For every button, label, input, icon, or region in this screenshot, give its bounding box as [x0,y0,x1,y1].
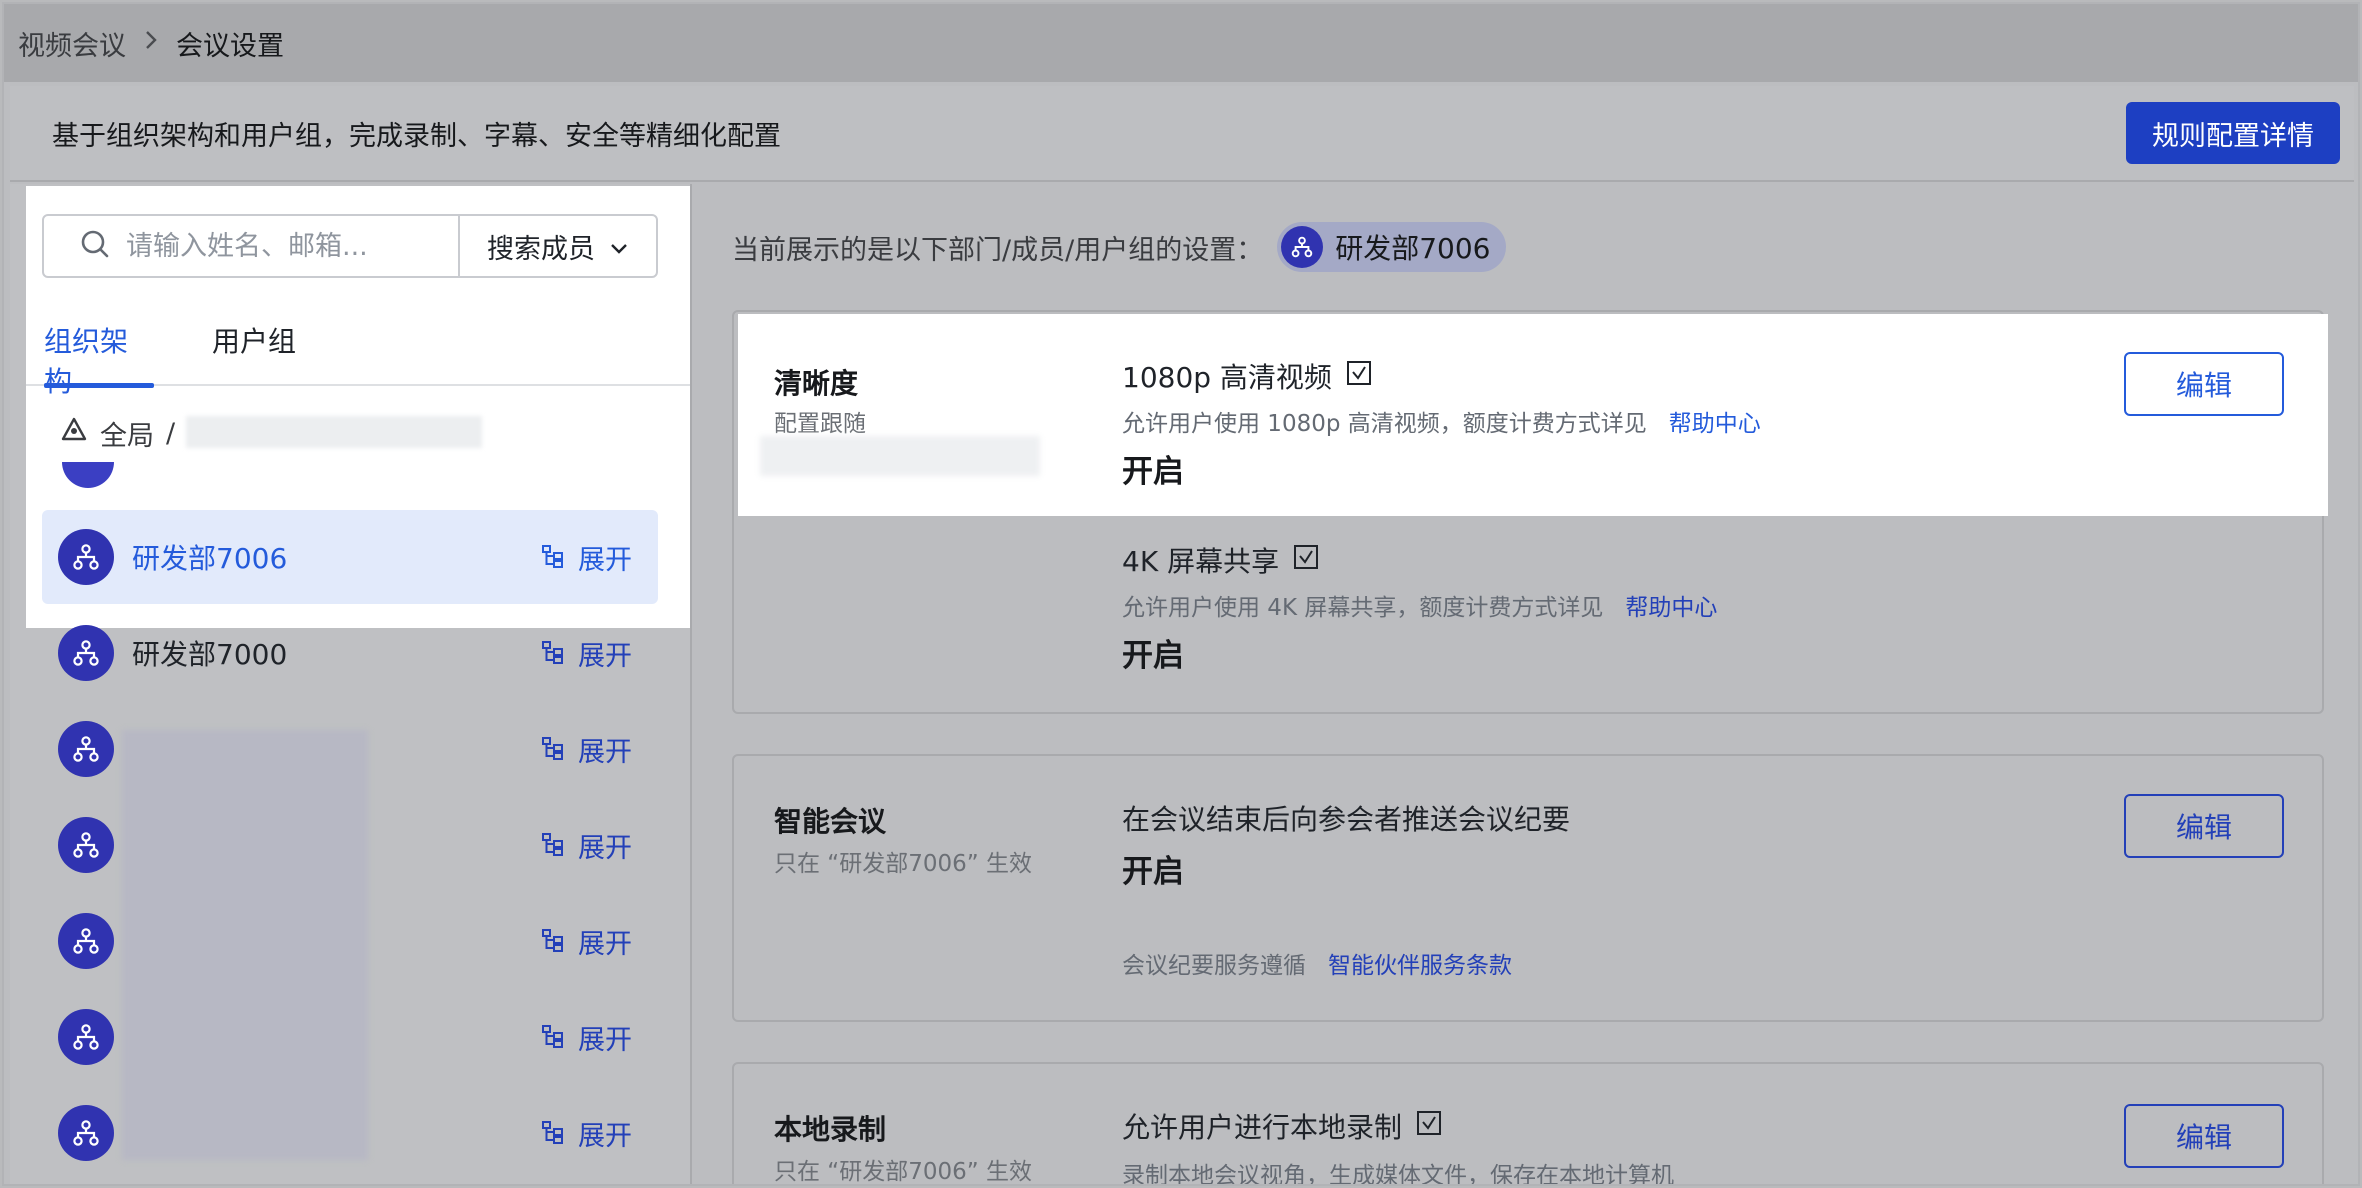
department-avatar [58,721,114,777]
checkbox-icon [1416,1110,1442,1143]
department-avatar [58,1105,114,1161]
card-subtitle: 只在 “研发部7006” 生效 [774,1159,1032,1185]
feature-title: 1080p 高清视频 [1122,356,1372,396]
checkbox-icon [1293,544,1319,577]
feature-title-text: 允许用户进行本地录制 [1122,1111,1403,1144]
department-avatar [58,625,114,681]
search-mode-label: 搜索成员 [487,233,595,265]
feature-status: 开启 [1122,854,1184,890]
feature-title-text: 1080p 高清视频 [1122,361,1332,394]
tree-icon [542,1121,563,1144]
redacted-subtitle [760,436,1040,476]
service-terms-note: 会议纪要服务遵循 智能伙伴服务条款 [1122,946,1512,980]
checkbox-icon [1346,360,1372,393]
tab-org-structure[interactable]: 组织架构 [44,320,154,398]
search-icon [80,229,110,263]
scope-global-label[interactable]: 全局 [100,414,154,453]
feature-status: 开启 [1122,638,1184,674]
expand-button[interactable]: 展开 [540,922,632,961]
feature-description: 允许用户使用 4K 屏幕共享，额度计费方式详见 帮助中心 [1122,588,1717,622]
expand-button[interactable]: 展开 [540,1018,632,1057]
footnote-text: 会议纪要服务遵循 [1122,953,1306,979]
help-center-link[interactable]: 帮助中心 [1625,588,1717,622]
tree-icon [542,1025,563,1048]
card-title: 智能会议 [774,805,887,838]
member-search: 搜索成员 [42,214,658,278]
banner-description: 基于组织架构和用户组，完成录制、字幕、安全等精细化配置 [52,120,781,152]
card-title: 清晰度 [774,367,859,400]
expand-button[interactable]: 展开 [540,634,632,673]
app-frame: 视频会议 会议设置 基于组织架构和用户组，完成录制、字幕、安全等精细化配置 规则… [2,2,2360,1186]
card-title: 本地录制 [774,1113,887,1146]
scope-separator: / [166,418,176,449]
breadcrumb: 视频会议 会议设置 [4,4,2358,82]
feature-desc-text: 允许用户使用 1080p 高清视频，额度计费方式详见 [1122,411,1647,437]
card-resolution: 清晰度 配置跟随 1080p 高清视频 允许用户使用 1080p 高清视频，额度… [732,310,2328,714]
department-avatar [58,529,114,585]
expand-label: 展开 [578,640,632,672]
expand-button[interactable]: 展开 [540,826,632,865]
expand-button[interactable]: 展开 [540,730,632,769]
scope-breadcrumb: 全局 / [60,414,175,453]
service-terms-link[interactable]: 智能伙伴服务条款 [1328,946,1512,980]
tree-icon [542,833,563,856]
breadcrumb-current: 会议设置 [176,30,284,62]
card-smart-meeting: 智能会议 只在 “研发部7006” 生效 在会议结束后向参会者推送会议纪要 开启… [732,754,2324,1022]
expand-label: 展开 [578,928,632,960]
expand-button[interactable]: 展开 [540,1114,632,1153]
org-item[interactable]: 研发部7000 展开 [42,606,658,700]
chevron-right-icon [144,29,158,57]
feature-description: 允许用户使用 1080p 高清视频，额度计费方式详见 帮助中心 [1122,404,1761,438]
search-mode-select[interactable]: 搜索成员 [460,216,656,276]
help-center-link[interactable]: 帮助中心 [1669,404,1761,438]
edit-button[interactable]: 编辑 [2124,794,2284,858]
current-scope-text: 当前展示的是以下部门/成员/用户组的设置： [732,234,1264,266]
settings-banner: 基于组织架构和用户组，完成录制、字幕、安全等精细化配置 规则配置详情 [10,86,2354,182]
department-avatar [58,817,114,873]
search-input[interactable] [126,230,406,262]
feature-desc-text: 允许用户使用 4K 屏幕共享，额度计费方式详见 [1122,595,1604,621]
expand-label: 展开 [578,544,632,576]
redacted-path [186,416,482,448]
redacted-names [122,730,368,1160]
card-subtitle: 配置跟随 [774,411,866,437]
org-item-name: 研发部7000 [132,638,288,671]
rules-detail-button[interactable]: 规则配置详情 [2126,102,2340,164]
expand-label: 展开 [578,832,632,864]
feature-title: 4K 屏幕共享 [1122,540,1319,580]
feature-title: 允许用户进行本地录制 [1122,1106,1442,1146]
edit-button[interactable]: 编辑 [2124,1104,2284,1168]
expand-label: 展开 [578,1024,632,1056]
scope-chip: 研发部7006 [1277,222,1507,272]
org-scope-icon [60,416,88,451]
current-scope-line: 当前展示的是以下部门/成员/用户组的设置： 研发部7006 [732,222,1507,272]
expand-button[interactable]: 展开 [540,538,632,577]
department-avatar [58,1009,114,1065]
expand-label: 展开 [578,1120,632,1152]
tree-icon [542,929,563,952]
tree-icon [542,641,563,664]
card-subtitle: 只在 “研发部7006” 生效 [774,851,1032,877]
department-avatar [1281,226,1324,268]
feature-title-text: 4K 屏幕共享 [1122,545,1280,578]
chevron-down-icon [609,231,629,262]
edit-button[interactable]: 编辑 [2124,352,2284,416]
org-tabs: 组织架构 用户组 [26,304,690,398]
feature-title: 在会议结束后向参会者推送会议纪要 [1122,803,1571,836]
tab-user-groups[interactable]: 用户组 [212,320,296,386]
feature-description: 录制本地会议视角，生成媒体文件，保存在本地计算机 [1122,1163,1674,1186]
org-item[interactable]: 研发部7006 展开 [42,510,658,604]
tree-icon [542,737,563,760]
scope-chip-label: 研发部7006 [1335,232,1491,265]
feature-status: 开启 [1122,454,1184,490]
breadcrumb-parent[interactable]: 视频会议 [18,24,126,63]
department-avatar [58,913,114,969]
org-item-name: 研发部7006 [132,542,288,575]
card-local-recording: 本地录制 只在 “研发部7006” 生效 允许用户进行本地录制 录制本地会议视角… [732,1062,2324,1186]
tree-icon [542,545,563,568]
expand-label: 展开 [578,736,632,768]
